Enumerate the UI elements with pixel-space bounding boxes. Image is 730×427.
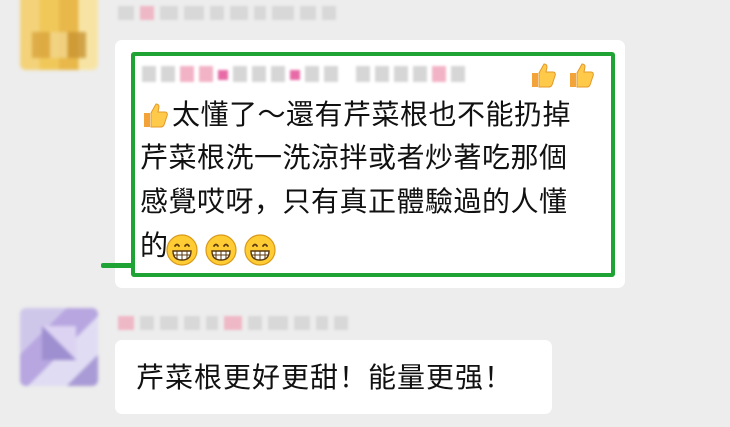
sender-avatar-1[interactable] xyxy=(20,0,98,70)
highlight-box xyxy=(131,52,615,277)
sender-avatar-2[interactable] xyxy=(20,308,98,386)
sender-name-1-blurred xyxy=(118,6,336,24)
message-2-text: 芹菜根更好更甜！能量更强！ xyxy=(136,361,514,394)
sender-name-2-blurred xyxy=(118,316,348,334)
highlight-tick xyxy=(101,263,135,268)
